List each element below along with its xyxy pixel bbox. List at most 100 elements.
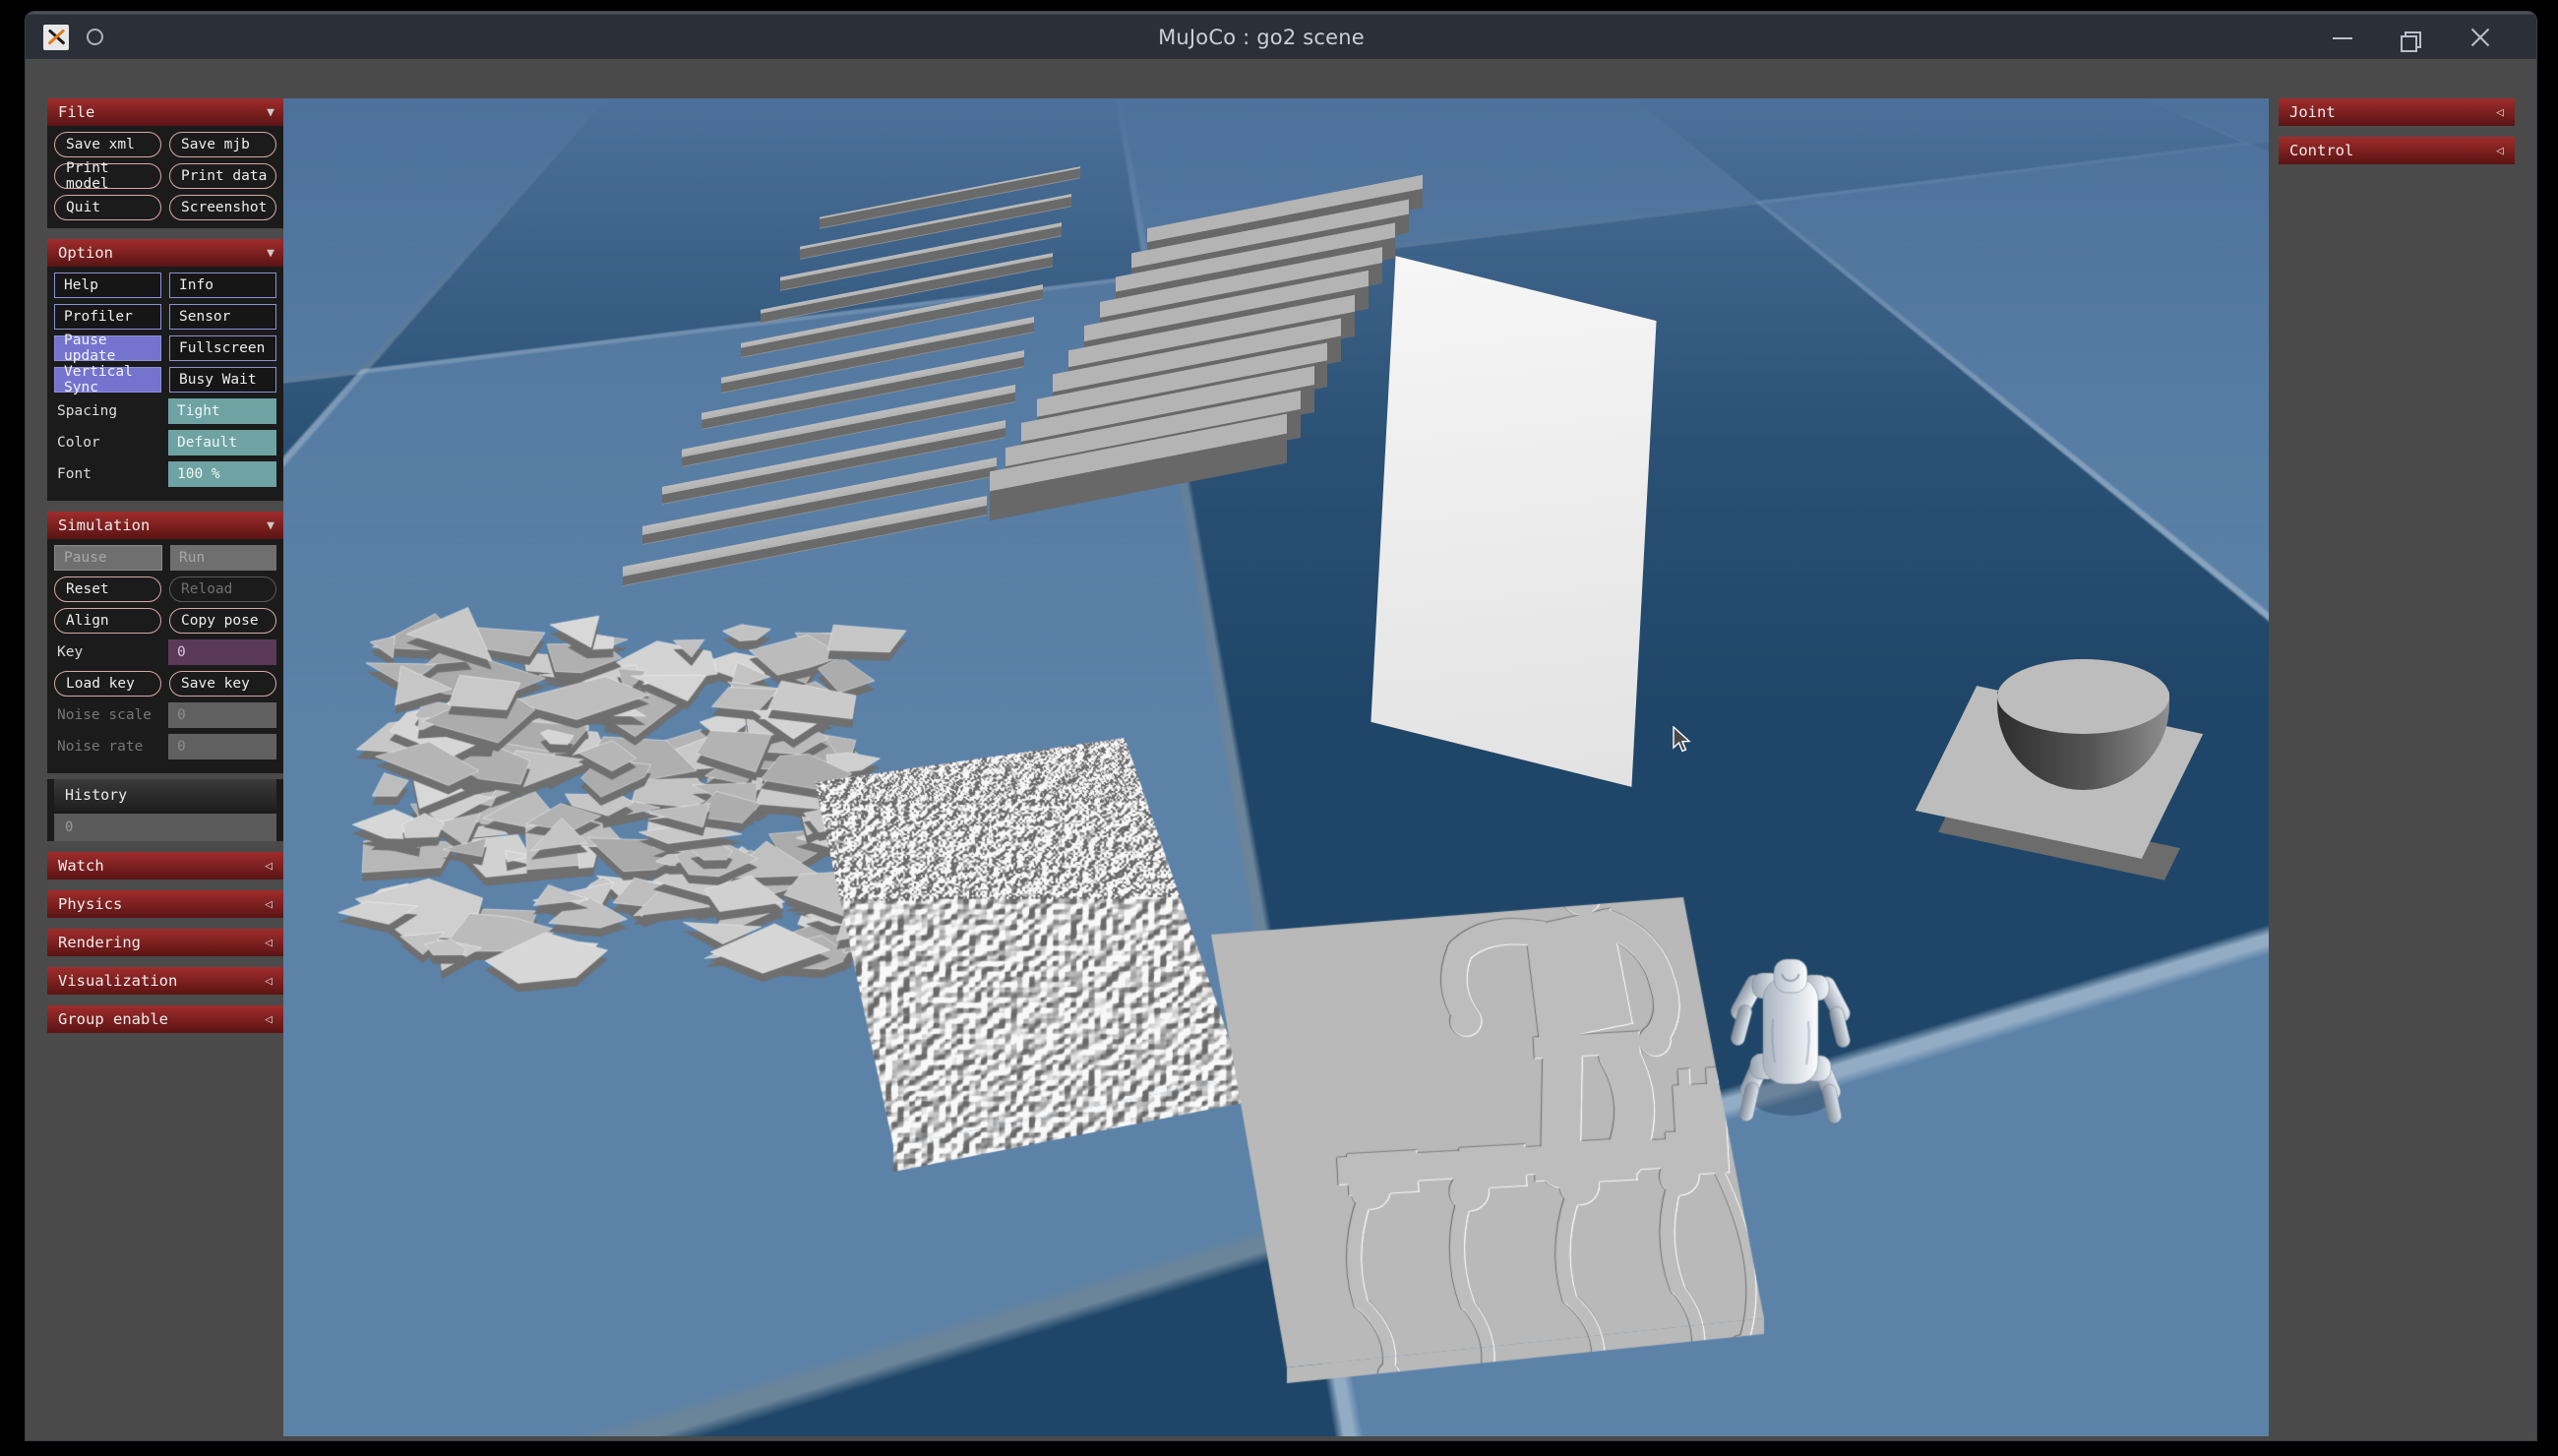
toggle-vertical-sync[interactable]: Vertical Sync	[54, 364, 161, 395]
minimize-icon[interactable]	[2330, 25, 2355, 50]
chevron-left-icon[interactable]: ◁	[265, 859, 273, 874]
go2-quadruped-robot	[1720, 946, 1858, 1143]
application-window: MuJoCo : go2 scene File ▼ Save xml Save …	[26, 12, 2536, 1440]
section-watch[interactable]: Watch ◁	[47, 852, 283, 880]
key-slider[interactable]: 0	[168, 639, 276, 665]
window-title: MuJoCo : go2 scene	[1158, 25, 1365, 49]
cylinder-top	[1997, 659, 2169, 734]
section-body-file: Save xml Save mjb Print model Print data…	[47, 126, 283, 228]
section-body-simulation: Pause Run Reset Reload Align Copy pose K…	[47, 539, 283, 773]
section-title-visualization: Visualization	[58, 972, 178, 990]
mujoco-x-icon	[43, 24, 69, 50]
align-button[interactable]: Align	[54, 608, 161, 634]
simulation-viewport[interactable]	[283, 98, 2269, 1436]
file-row-1: Save xml Save mjb	[54, 132, 276, 157]
chevron-left-icon[interactable]: ◁	[265, 974, 273, 989]
left-settings-panel: File ▼ Save xml Save mjb Print model Pri…	[47, 98, 283, 1044]
print-model-button[interactable]: Print model	[54, 160, 161, 192]
title-bar-left-icons	[26, 24, 242, 50]
label-key: Key	[57, 644, 84, 660]
toggle-busy-wait[interactable]: Busy Wait	[169, 367, 276, 393]
option-font-row: Font 100 %	[54, 461, 276, 487]
right-settings-panel: Joint ◁ Control ◁	[2279, 98, 2515, 175]
title-bar: MuJoCo : go2 scene	[26, 15, 2536, 59]
section-title-group-enable: Group enable	[58, 1010, 168, 1028]
section-file: File ▼ Save xml Save mjb Print model Pri…	[47, 98, 283, 228]
pause-button[interactable]: Pause	[54, 545, 162, 571]
label-spacing: Spacing	[57, 403, 118, 419]
section-title-watch: Watch	[58, 857, 104, 875]
save-key-button[interactable]: Save key	[169, 671, 276, 697]
section-title-file: File	[58, 103, 95, 121]
restore-icon[interactable]	[2399, 25, 2424, 52]
file-row-3: Quit Screenshot	[54, 195, 276, 220]
history-group: History 0	[47, 779, 283, 841]
reset-button[interactable]: Reset	[54, 576, 161, 602]
save-xml-button[interactable]: Save xml	[54, 132, 161, 157]
select-color[interactable]: Default	[168, 430, 276, 455]
option-color-row: Color Default	[54, 430, 276, 455]
toggle-info[interactable]: Info	[169, 273, 276, 298]
sim-noise-scale-row: Noise scale 0	[54, 702, 276, 728]
screenshot-button[interactable]: Screenshot	[169, 195, 276, 220]
select-font[interactable]: 100 %	[168, 461, 276, 487]
option-row-help-info: Help Info	[54, 273, 276, 298]
chevron-down-icon[interactable]: ▼	[267, 518, 274, 533]
select-spacing[interactable]: Tight	[168, 398, 276, 424]
sim-run-row: Pause Run	[54, 545, 276, 571]
label-noise-rate: Noise rate	[57, 739, 144, 755]
section-joint[interactable]: Joint ◁	[2279, 98, 2515, 126]
section-visualization[interactable]: Visualization ◁	[47, 967, 283, 995]
toggle-fullscreen[interactable]: Fullscreen	[169, 335, 276, 361]
run-button[interactable]: Run	[170, 545, 276, 571]
section-group-enable[interactable]: Group enable ◁	[47, 1005, 283, 1033]
chevron-down-icon[interactable]: ▼	[267, 246, 274, 261]
toggle-help[interactable]: Help	[54, 273, 161, 298]
section-option: Option ▼ Help Info Profiler Sensor Pause…	[47, 239, 283, 501]
label-color: Color	[57, 435, 100, 451]
chevron-down-icon[interactable]: ▼	[267, 105, 274, 120]
option-row-vsync-busywait: Vertical Sync Busy Wait	[54, 364, 276, 395]
copy-pose-button[interactable]: Copy pose	[169, 608, 276, 634]
sim-noise-rate-row: Noise rate 0	[54, 734, 276, 759]
label-noise-scale: Noise scale	[57, 707, 152, 723]
option-row-profiler-sensor: Profiler Sensor	[54, 304, 276, 330]
section-title-joint: Joint	[2289, 103, 2336, 121]
label-font: Font	[57, 466, 91, 482]
chevron-left-icon[interactable]: ◁	[2496, 144, 2504, 158]
file-row-2: Print model Print data	[54, 160, 276, 192]
toggle-profiler[interactable]: Profiler	[54, 304, 161, 330]
section-title-rendering: Rendering	[58, 934, 141, 951]
sim-row-key-buttons: Load key Save key	[54, 671, 276, 697]
chevron-left-icon[interactable]: ◁	[265, 1012, 273, 1027]
sim-key-row: Key 0	[54, 639, 276, 665]
section-header-file[interactable]: File ▼	[47, 98, 283, 126]
quit-button[interactable]: Quit	[54, 195, 161, 220]
section-control[interactable]: Control ◁	[2279, 137, 2515, 164]
section-title-option: Option	[58, 244, 113, 262]
chevron-left-icon[interactable]: ◁	[265, 936, 273, 950]
section-physics[interactable]: Physics ◁	[47, 890, 283, 918]
history-slider[interactable]: 0	[54, 814, 276, 841]
section-header-option[interactable]: Option ▼	[47, 239, 283, 267]
section-body-option: Help Info Profiler Sensor Pause update F…	[47, 267, 283, 501]
circle-icon	[87, 29, 103, 45]
section-rendering[interactable]: Rendering ◁	[47, 929, 283, 956]
close-icon[interactable]	[2467, 25, 2493, 50]
sim-row-align-copypose: Align Copy pose	[54, 608, 276, 634]
noise-scale-slider: 0	[168, 702, 276, 728]
option-spacing-row: Spacing Tight	[54, 398, 276, 424]
option-row-pause-fullscreen: Pause update Fullscreen	[54, 333, 276, 364]
chevron-left-icon[interactable]: ◁	[265, 897, 273, 912]
history-label: History	[54, 779, 276, 811]
print-data-button[interactable]: Print data	[169, 163, 276, 189]
toggle-sensor[interactable]: Sensor	[169, 304, 276, 330]
load-key-button[interactable]: Load key	[54, 671, 161, 697]
save-mjb-button[interactable]: Save mjb	[169, 132, 276, 157]
chevron-left-icon[interactable]: ◁	[2496, 105, 2504, 120]
section-simulation: Simulation ▼ Pause Run Reset Reload Alig…	[47, 512, 283, 841]
window-controls	[2281, 25, 2536, 52]
toggle-pause-update[interactable]: Pause update	[54, 333, 161, 364]
reload-button: Reload	[169, 576, 276, 602]
section-header-simulation[interactable]: Simulation ▼	[47, 512, 283, 539]
